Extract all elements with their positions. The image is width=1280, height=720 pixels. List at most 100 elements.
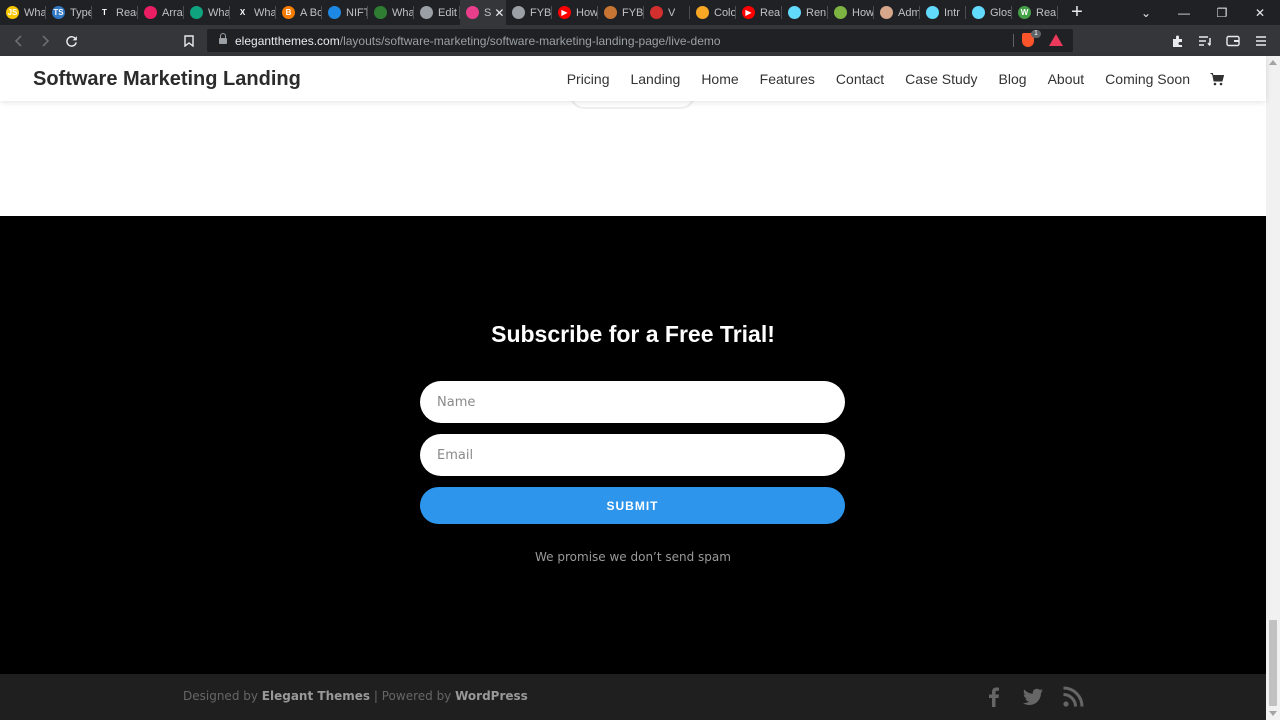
designed-by-text: Designed by [183,689,258,703]
tab-title: Wha [254,6,276,19]
tab-title: Intr [944,6,960,19]
site-logo[interactable]: Software Marketing Landing [33,68,301,91]
browser-tab[interactable]: B A Bo [276,0,322,25]
browser-tab[interactable]: Colo [690,0,736,25]
site-footer: Designed by Elegant Themes | Powered by … [0,674,1266,720]
browser-tab[interactable]: ▶ Rea [736,0,782,25]
browser-tab[interactable]: X Wha [230,0,276,25]
tab-favicon-icon [190,6,203,19]
email-field[interactable] [420,434,845,476]
nav-coming-soon[interactable]: Coming Soon [1105,71,1190,87]
subscribe-section: Subscribe for a Free Trial! SUBMIT We pr… [0,216,1266,674]
tab-title: Wha [392,6,414,19]
forward-icon[interactable] [34,30,56,52]
reload-icon[interactable] [60,30,82,52]
tab-favicon-icon [328,6,341,19]
browser-tab[interactable]: ▶ How [552,0,598,25]
browser-tab[interactable]: NIFT [322,0,368,25]
tab-favicon-icon [972,6,985,19]
tab-separator [1057,6,1058,19]
tab-title: Rea [1036,6,1057,19]
tab-favicon-icon [834,6,847,19]
back-icon[interactable] [8,30,30,52]
scrollbar-thumb[interactable] [1269,620,1277,706]
tab-title: Reac [116,6,138,19]
new-tab-button[interactable]: + [1064,0,1090,25]
browser-tab[interactable]: JS Wha [0,0,46,25]
browser-tab[interactable]: Intr [920,0,966,25]
tab-title: Glos [990,6,1012,19]
shield-count-badge: 1 [1031,30,1041,38]
nav-contact[interactable]: Contact [836,71,884,87]
browser-tab[interactable]: S ✕ [460,0,506,25]
browser-tab[interactable]: FYBI [506,0,552,25]
scroll-down-arrow[interactable] [1269,711,1277,716]
wallet-icon[interactable] [1222,30,1244,52]
tab-search-icon[interactable]: ⌄ [1127,0,1165,25]
address-bar[interactable]: elegantthemes.com/layouts/software-marke… [207,29,1073,52]
tab-title: Arra [162,6,183,19]
tab-title: S [484,6,492,19]
tab-favicon-icon: B [282,6,295,19]
facebook-icon[interactable] [983,686,1005,708]
address-bar-divider [1013,34,1014,47]
tab-title: FYBI [622,6,644,19]
nav-blog[interactable]: Blog [999,71,1027,87]
browser-tab[interactable]: Edit [414,0,460,25]
tab-title: Edit [438,6,457,19]
menu-icon[interactable] [1250,30,1272,52]
tab-favicon-icon [420,6,433,19]
nav-landing[interactable]: Landing [630,71,680,87]
powered-by-text: | Powered by [373,689,452,703]
browser-tab[interactable]: W Rea [1012,0,1058,25]
browser-tab[interactable]: V [644,0,690,25]
browser-tab[interactable]: Adm [874,0,920,25]
rss-icon[interactable] [1062,686,1084,708]
tab-title: Type [70,6,92,19]
browser-tab[interactable]: Wha [184,0,230,25]
tab-favicon-icon: X [236,6,249,19]
tab-favicon-icon: T [98,6,111,19]
maximize-icon[interactable]: ❐ [1203,0,1241,25]
lock-icon [219,33,227,45]
tab-favicon-icon [650,6,663,19]
previous-section [0,91,1266,216]
minimize-icon[interactable]: — [1165,0,1203,25]
tab-title: FYBI [530,6,552,19]
browser-tab[interactable]: FYBI [598,0,644,25]
nav-pricing[interactable]: Pricing [567,71,610,87]
extensions-icon[interactable] [1167,30,1189,52]
nav-about[interactable]: About [1048,71,1085,87]
name-field[interactable] [420,381,845,423]
browser-tab[interactable]: Arra [138,0,184,25]
tab-title: Wha [208,6,230,19]
scroll-up-arrow[interactable] [1269,60,1277,65]
bookmark-icon[interactable] [178,30,200,52]
elegant-themes-link[interactable]: Elegant Themes [262,689,370,703]
tab-close-icon[interactable]: ✕ [494,6,504,20]
nav-home[interactable]: Home [701,71,738,87]
nav-features[interactable]: Features [760,71,815,87]
nav-case-study[interactable]: Case Study [905,71,977,87]
browser-tab[interactable]: TS Type [46,0,92,25]
browser-tab[interactable]: Ren [782,0,828,25]
site-header: Software Marketing Landing Pricing Landi… [0,56,1266,101]
brave-rewards-icon[interactable] [1049,34,1063,46]
reading-list-icon[interactable] [1194,30,1216,52]
browser-tab[interactable]: How [828,0,874,25]
tab-title: Wha [24,6,46,19]
cart-icon[interactable] [1210,72,1225,86]
tab-favicon-icon [374,6,387,19]
twitter-icon[interactable] [1022,686,1044,708]
tab-title: Adm [898,6,920,19]
browser-tab[interactable]: T Reac [92,0,138,25]
browser-tab[interactable]: Wha [368,0,414,25]
close-window-icon[interactable]: ✕ [1241,0,1279,25]
tab-favicon-icon [144,6,157,19]
tab-favicon-icon: JS [6,6,19,19]
browser-tab[interactable]: Glos [966,0,1012,25]
footer-credits: Designed by Elegant Themes | Powered by … [183,689,528,703]
wordpress-link[interactable]: WordPress [455,689,528,703]
submit-button[interactable]: SUBMIT [420,487,845,524]
spam-note: We promise we don’t send spam [535,550,731,564]
